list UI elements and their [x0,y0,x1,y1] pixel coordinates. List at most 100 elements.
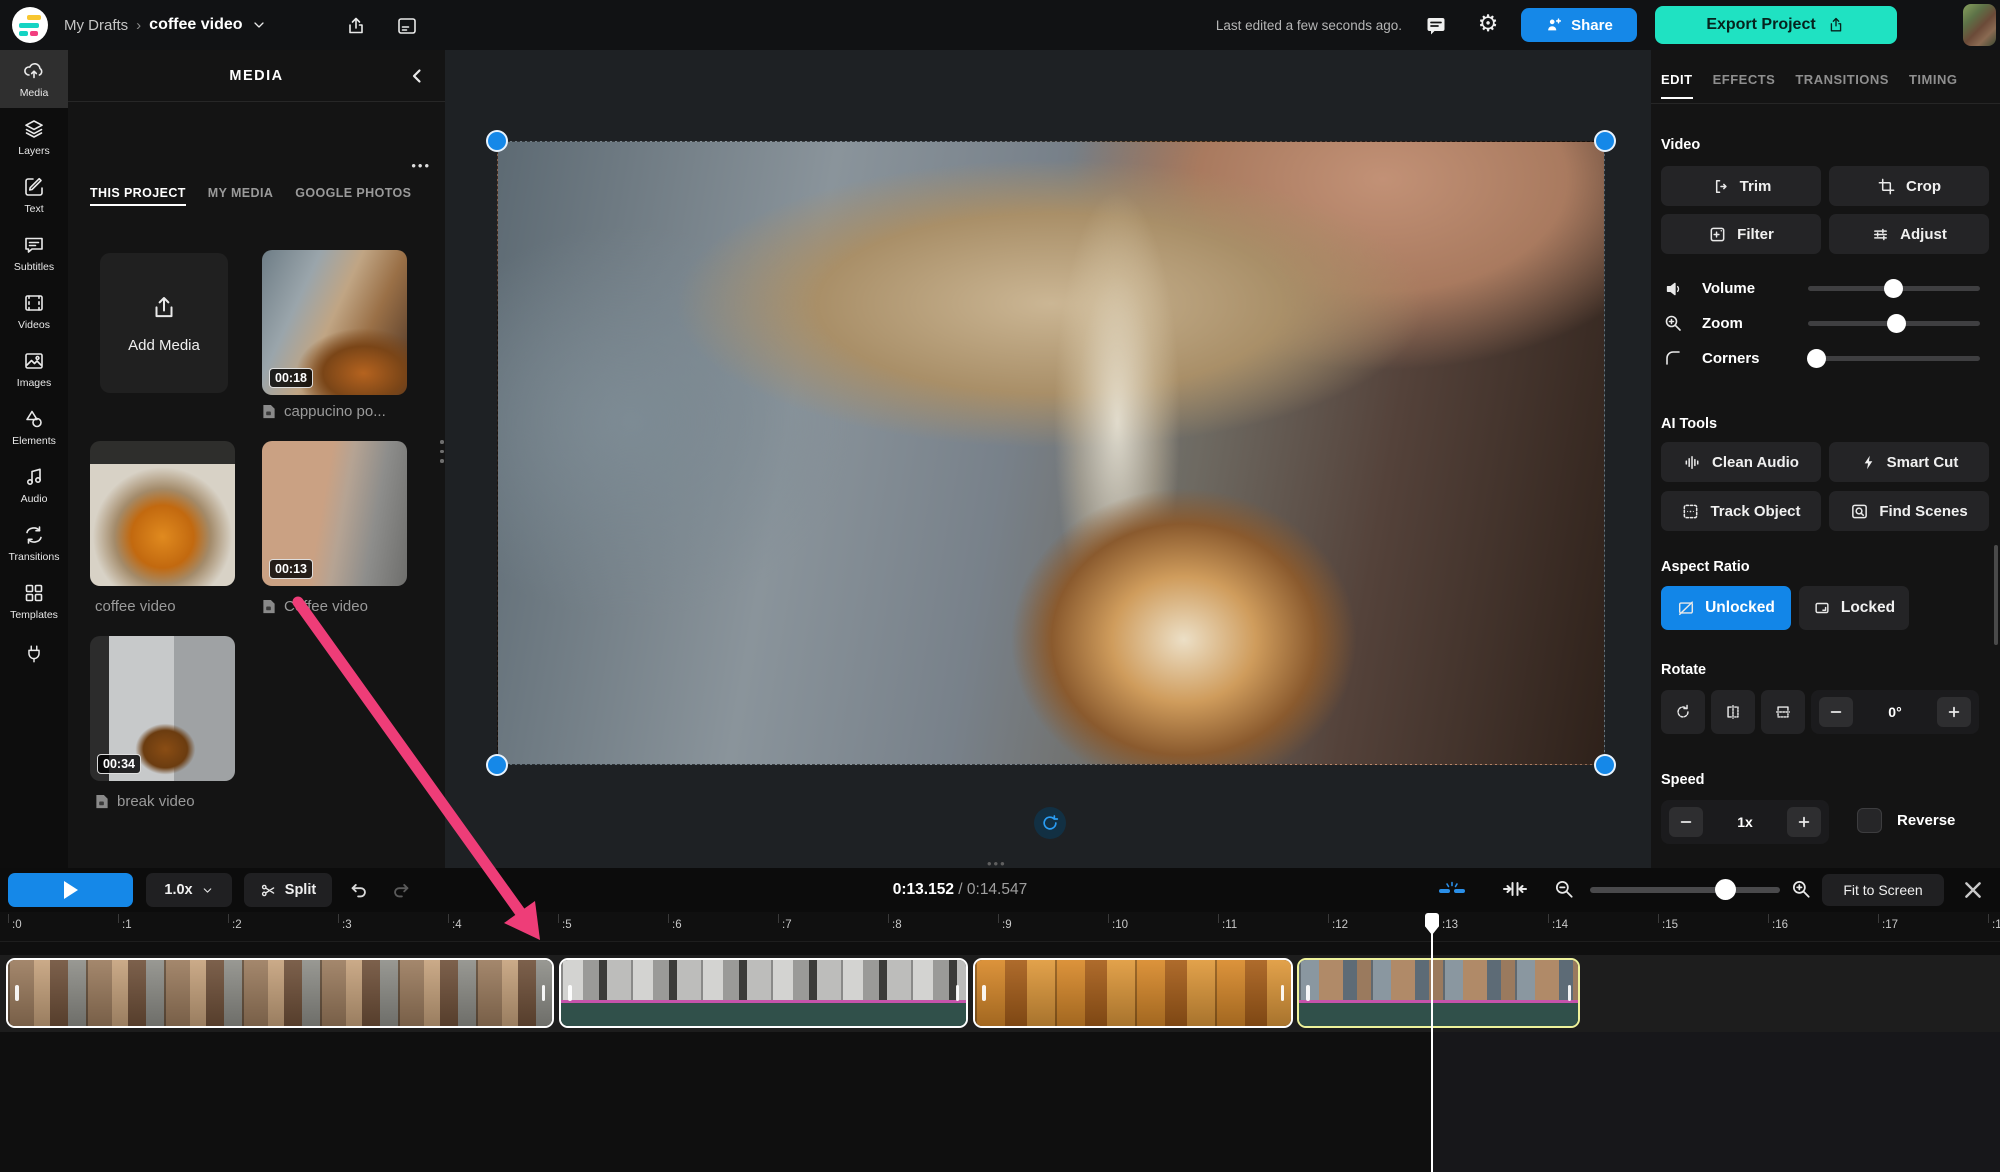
volume-slider-knob[interactable] [1884,279,1903,298]
sidebar-item-transitions[interactable]: Transitions [0,514,68,572]
aspect-locked-button[interactable]: Locked [1799,586,1909,630]
trim-button[interactable]: Trim [1661,166,1821,206]
volume-slider[interactable] [1808,286,1980,291]
selection-handle-top-right[interactable] [1594,130,1616,152]
zoom-slider-knob[interactable] [1887,314,1906,333]
sidebar-item-plugins[interactable] [0,630,68,678]
timeline-clip-2[interactable] [559,958,968,1028]
tab-google-photos[interactable]: GOOGLE PHOTOS [295,186,411,206]
crop-button[interactable]: Crop [1829,166,1989,206]
corners-slider[interactable] [1808,356,1980,361]
trim-handle-right[interactable] [1568,985,1572,1001]
trim-handle-left[interactable] [1306,985,1310,1001]
speed-plus-button[interactable] [1787,807,1821,837]
adjust-button[interactable]: Adjust [1829,214,1989,254]
sidebar-item-templates[interactable]: Templates [0,572,68,630]
sidebar-item-layers[interactable]: Layers [0,108,68,166]
user-avatar[interactable] [1963,4,1996,46]
trim-handle-right[interactable] [956,985,960,1001]
add-media-button[interactable]: Add Media [100,253,228,393]
media-item-coffee-video-2[interactable]: 00:13 [262,441,407,586]
speed-minus-button[interactable] [1669,807,1703,837]
tab-effects[interactable]: EFFECTS [1713,72,1776,99]
fit-to-screen-button[interactable]: Fit to Screen [1822,874,1944,906]
panel-scrollbar[interactable] [1994,545,1998,645]
trim-handle-left[interactable] [982,985,986,1001]
reverse-checkbox[interactable] [1857,808,1882,833]
timeline-zoom-knob[interactable] [1715,879,1736,900]
rotate-plus-button[interactable] [1937,697,1971,727]
notes-panel-icon[interactable] [395,14,419,38]
aspect-unlocked-button[interactable]: Unlocked [1661,586,1791,630]
kapwing-logo-icon[interactable] [12,7,48,43]
media-overflow-menu-icon[interactable]: ••• [411,158,431,173]
trim-handle-left[interactable] [568,985,572,1001]
close-timeline-icon[interactable] [1962,879,1984,901]
find-scenes-button[interactable]: Find Scenes [1829,491,1989,531]
zoom-slider[interactable] [1808,321,1980,326]
clean-audio-button[interactable]: Clean Audio [1661,442,1821,482]
video-file-icon [262,404,276,419]
trim-to-fit-icon[interactable] [1502,878,1528,900]
collapse-panel-icon[interactable] [407,66,427,86]
top-bar: My Drafts › coffee video Last edited a f… [0,0,2000,50]
tab-my-media[interactable]: MY MEDIA [208,186,273,206]
undo-button[interactable] [348,879,370,901]
project-title[interactable]: coffee video [149,16,242,34]
rotate-90-button[interactable] [1661,690,1705,734]
upload-icon[interactable] [344,14,368,38]
sidebar-item-media[interactable]: Media [0,50,68,108]
corners-slider-knob[interactable] [1807,349,1826,368]
video-preview[interactable] [497,141,1605,765]
redo-button[interactable] [390,879,412,901]
snap-toggle-icon[interactable] [1438,881,1466,904]
tab-this-project[interactable]: THIS PROJECT [90,186,186,206]
zoom-in-icon[interactable] [1790,878,1812,900]
breadcrumb-root[interactable]: My Drafts [64,17,128,34]
flip-vertical-button[interactable] [1761,690,1805,734]
media-item-cappucino[interactable]: 00:18 [262,250,407,395]
media-item-coffee-video[interactable] [90,441,235,586]
selection-handle-top-left[interactable] [486,130,508,152]
selection-handle-bottom-right[interactable] [1594,754,1616,776]
trim-icon [1711,177,1730,196]
smart-cut-button[interactable]: Smart Cut [1829,442,1989,482]
tab-transitions[interactable]: TRANSITIONS [1795,72,1889,99]
timeline-ruler[interactable]: :0:1:2:3:4:5:6:7:8:9:10:11:12:13:14:15:1… [0,912,2000,942]
panel-resize-handle[interactable] [440,440,444,469]
play-button[interactable] [8,873,133,907]
timeline-zoom-slider[interactable] [1590,887,1780,893]
timeline-after-playhead-zone [1432,1032,2000,1172]
playhead-line[interactable] [1431,914,1433,1172]
flip-horizontal-button[interactable] [1711,690,1755,734]
media-item-break-video[interactable]: 00:34 [90,636,235,781]
kapwing-editor: My Drafts › coffee video Last edited a f… [0,0,2000,1172]
trim-handle-left[interactable] [15,985,19,1001]
timeline-clip-1[interactable] [6,958,554,1028]
sidebar-item-text[interactable]: Text [0,166,68,224]
comments-icon[interactable] [1424,14,1448,38]
sidebar-item-elements[interactable]: Elements [0,398,68,456]
selection-handle-bottom-left[interactable] [486,754,508,776]
filter-button[interactable]: Filter [1661,214,1821,254]
share-button[interactable]: Share [1521,8,1637,42]
rotate-minus-button[interactable] [1819,697,1853,727]
track-object-button[interactable]: Track Object [1661,491,1821,531]
split-button[interactable]: Split [244,873,332,907]
timeline-clip-4-selected[interactable] [1297,958,1580,1028]
zoom-out-icon[interactable] [1553,878,1575,900]
trim-handle-right[interactable] [542,985,546,1001]
sidebar-item-images[interactable]: Images [0,340,68,398]
tab-timing[interactable]: TIMING [1909,72,1958,99]
sidebar-item-audio[interactable]: Audio [0,456,68,514]
sidebar-item-videos[interactable]: Videos [0,282,68,340]
rotate-handle[interactable] [1034,807,1066,839]
timeline-clip-3[interactable] [973,958,1293,1028]
playback-rate-dropdown[interactable]: 1.0x [146,873,232,907]
trim-handle-right[interactable] [1281,985,1285,1001]
sidebar-item-subtitles[interactable]: Subtitles [0,224,68,282]
chevron-down-icon[interactable] [251,17,267,33]
tab-edit[interactable]: EDIT [1661,72,1693,99]
export-project-button[interactable]: Export Project [1655,6,1897,44]
settings-gear-icon[interactable]: ⚙ [1476,12,1500,36]
